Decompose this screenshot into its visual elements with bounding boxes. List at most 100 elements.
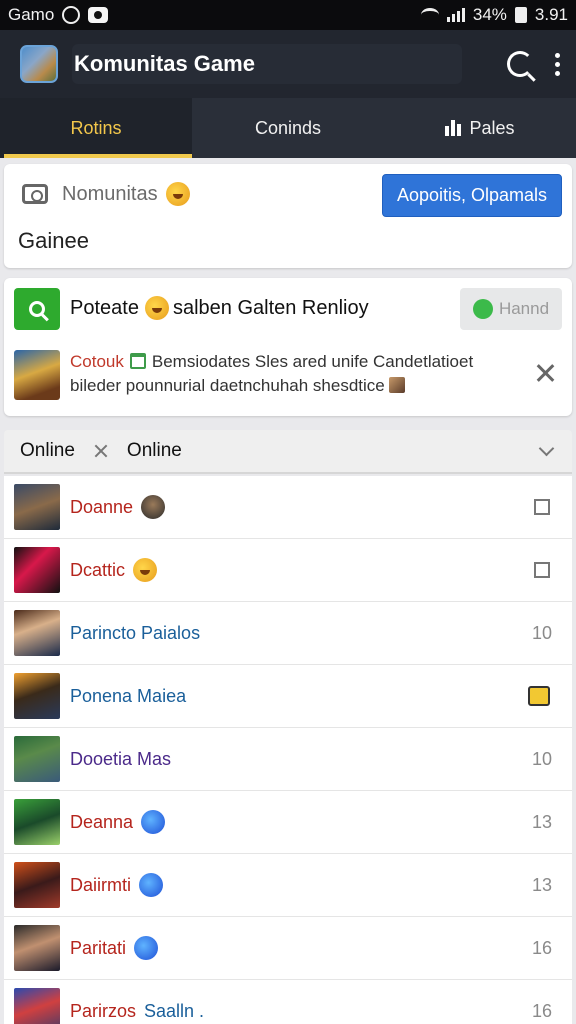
- tab-rotins[interactable]: Rotins: [0, 98, 192, 158]
- avatar[interactable]: [14, 862, 60, 908]
- list-item[interactable]: Deanna 13: [4, 791, 572, 854]
- chat-button-label: Hannd: [498, 299, 550, 318]
- community-card: Nomunitas Aopoitis, Olpamals Gainee: [4, 164, 572, 268]
- tab-pales[interactable]: Pales: [384, 98, 576, 158]
- status-app-label: Gamo: [8, 5, 55, 24]
- list-item[interactable]: Paritati 16: [4, 917, 572, 980]
- tab-label: Rotins: [70, 117, 122, 138]
- member-name-text: Ponena Maiea: [70, 685, 187, 706]
- camera-icon[interactable]: [22, 184, 48, 204]
- member-name: Daiirmti: [70, 873, 163, 897]
- news-text: bileder pounnurial daetnchuhah shesdtice: [70, 376, 385, 395]
- community-action-button[interactable]: Aopoitis, Olpamals: [382, 174, 562, 217]
- member-count: 10: [531, 622, 552, 643]
- bar-chart-icon: [445, 120, 462, 136]
- avatar[interactable]: [14, 484, 60, 530]
- member-name: Parirzos Saalln .: [70, 1001, 204, 1022]
- member-list: Doanne Dcattic Parincto Paialos 10 Ponena Ma…: [4, 476, 572, 1024]
- member-name-text: Parincto Paialos: [70, 622, 201, 643]
- sync-status-icon: [62, 6, 81, 24]
- news-card: Poteate salben Galten Renlioy Hannd Coto…: [4, 278, 572, 416]
- chat-button[interactable]: Hannd: [460, 288, 562, 330]
- select-checkbox[interactable]: [534, 562, 550, 578]
- tab-bar: Rotins Coninds Pales: [0, 98, 576, 158]
- community-value: Gainee: [18, 228, 89, 253]
- avatar[interactable]: [14, 925, 60, 971]
- search-icon[interactable]: [14, 288, 60, 330]
- status-badge-icon: [139, 873, 163, 897]
- close-icon[interactable]: [534, 362, 556, 384]
- list-item[interactable]: Ponena Maiea: [4, 665, 572, 728]
- emoji-icon: [165, 182, 190, 206]
- chat-icon: [472, 299, 493, 319]
- emoji-icon: [144, 296, 169, 320]
- news-line-2: bileder pounnurial daetnchuhah shesdtice: [70, 376, 405, 396]
- member-name-suffix: Saalln .: [144, 1000, 205, 1021]
- app-logo-icon: [20, 45, 58, 83]
- signal-icon: [446, 8, 465, 22]
- member-count: 16: [531, 937, 552, 958]
- clear-filter-icon[interactable]: [93, 443, 109, 459]
- list-item[interactable]: Daiirmti 13: [4, 854, 572, 917]
- headline-part: salben Galten Renlioy: [172, 296, 369, 319]
- title-box: Komunitas Game: [72, 44, 462, 84]
- member-name: Deanna: [70, 810, 166, 834]
- member-name-text: Parirzos: [70, 1000, 137, 1021]
- member-name-text: Paritati: [70, 937, 127, 958]
- refresh-search-icon[interactable]: [507, 51, 533, 77]
- notification-icon: [88, 7, 109, 23]
- avatar[interactable]: [14, 547, 60, 593]
- filter-chip[interactable]: Online: [127, 440, 182, 462]
- app-title: Komunitas Game: [74, 51, 255, 76]
- community-label: Nomunitas: [62, 182, 158, 205]
- tab-label: Coninds: [254, 117, 322, 138]
- avatar[interactable]: [14, 799, 60, 845]
- list-item[interactable]: Dooetia Mas 10: [4, 728, 572, 791]
- member-name-text: Dcattic: [70, 559, 126, 580]
- member-count: 13: [531, 874, 552, 895]
- select-checkbox[interactable]: [534, 499, 550, 515]
- member-name-text: Dooetia Mas: [70, 748, 172, 769]
- member-name-text: Deanna: [70, 811, 134, 832]
- filter-bar: Online Online: [4, 430, 572, 474]
- avatar[interactable]: [14, 736, 60, 782]
- chevron-down-icon[interactable]: [538, 440, 555, 456]
- emoji-icon: [133, 558, 158, 582]
- battery-percent: 34%: [472, 5, 507, 24]
- tab-coninds[interactable]: Coninds: [192, 98, 384, 158]
- avatar[interactable]: [14, 988, 60, 1024]
- member-count: 13: [531, 811, 552, 832]
- calendar-icon: [129, 353, 146, 369]
- rank-badge-icon: [528, 686, 550, 706]
- status-badge-icon: [134, 936, 159, 960]
- list-item[interactable]: Doanne: [4, 476, 572, 539]
- member-name-text: Daiirmti: [70, 874, 131, 895]
- member-name: Ponena Maiea: [70, 686, 186, 707]
- list-item[interactable]: Dcattic: [4, 539, 572, 602]
- image-icon: [388, 377, 405, 393]
- member-name: Dcattic: [70, 558, 158, 582]
- list-item[interactable]: Parincto Paialos 10: [4, 602, 572, 665]
- avatar[interactable]: [14, 673, 60, 719]
- headline-part: Poteate: [70, 296, 139, 319]
- member-count: 16: [531, 1000, 552, 1021]
- member-name: Parincto Paialos: [70, 623, 200, 644]
- mini-avatar-icon: [141, 495, 166, 519]
- app-bar: Komunitas Game: [0, 30, 576, 98]
- news-headline: Poteate salben Galten Renlioy: [70, 296, 369, 320]
- news-source: Cotouk: [70, 352, 124, 371]
- member-count: 10: [531, 748, 552, 769]
- member-name: Paritati: [70, 936, 159, 960]
- member-name-text: Doanne: [70, 496, 134, 517]
- list-item[interactable]: Parirzos Saalln . 16: [4, 980, 572, 1024]
- tab-label: Pales: [469, 117, 515, 138]
- more-options-icon[interactable]: [555, 52, 560, 76]
- news-thumbnail[interactable]: [14, 350, 60, 400]
- avatar[interactable]: [14, 610, 60, 656]
- member-name: Doanne: [70, 495, 166, 519]
- member-name: Dooetia Mas: [70, 749, 171, 770]
- status-badge-icon: [141, 810, 166, 834]
- status-time: 3.91: [534, 5, 568, 24]
- filter-chip[interactable]: Online: [20, 440, 75, 462]
- battery-icon: [514, 7, 527, 23]
